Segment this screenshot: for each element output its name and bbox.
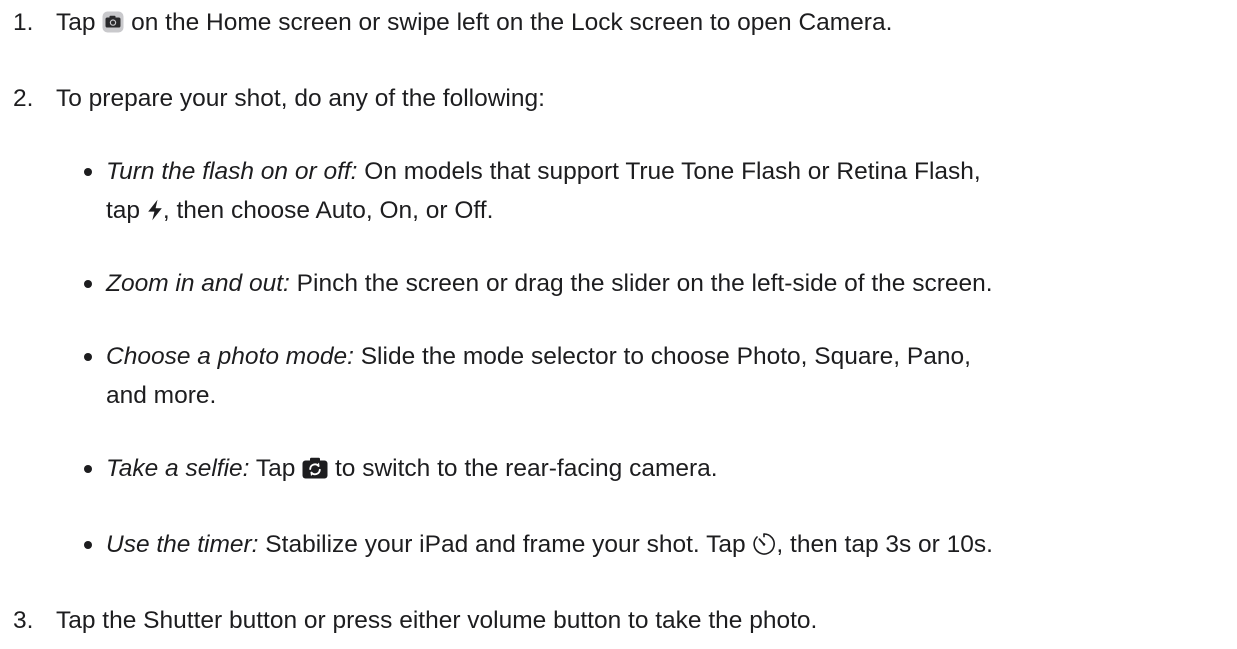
- bullet-body: Turn the flash on or off: On models that…: [106, 154, 1231, 232]
- step-number: 1.: [13, 9, 34, 36]
- instructions-page: 1. Tap on the Home screen or swipe left …: [0, 0, 1237, 649]
- bullet-text: tap: [106, 197, 147, 224]
- step-text-part: Tap: [56, 9, 103, 36]
- bullet-dot: [84, 353, 92, 361]
- bullet-term: Take a selfie:: [106, 455, 250, 482]
- bullet-term: Choose a photo mode:: [106, 343, 354, 370]
- bullet-text: Pinch the screen or drag the slider on t…: [289, 270, 993, 297]
- switch-camera-icon: [302, 457, 328, 479]
- bullet-body: Zoom in and out: Pinch the screen or dra…: [106, 266, 1231, 305]
- bullet-text: Stabilize your iPad and frame your shot.…: [258, 531, 753, 558]
- step-number: 2.: [13, 85, 34, 112]
- bullet-dot: [84, 541, 92, 549]
- step-text: To prepare your shot, do any of the foll…: [56, 85, 545, 112]
- bullet-line: Turn the flash on or off: On models that…: [106, 154, 1231, 193]
- bullet-term: Zoom in and out:: [106, 270, 290, 297]
- bullet-line: tap , then choose Auto, On, or Off.: [106, 193, 1231, 232]
- step-text: Tap on the Home screen or swipe left on …: [56, 5, 892, 40]
- bullet-text: Tap: [249, 455, 303, 482]
- bullet-dot: [84, 168, 92, 176]
- bullet-text: to switch to the rear-facing camera.: [328, 455, 718, 482]
- step-number: 3.: [13, 607, 34, 634]
- bullet-body: Take a selfie: Tap to switch to the rear…: [106, 451, 1231, 490]
- bullet-text: , then choose Auto, On, or Off.: [162, 197, 494, 224]
- step-text-part: on the Home screen or swipe left on the …: [124, 9, 893, 36]
- bullet-text: Slide the mode selector to choose Photo,…: [353, 343, 971, 370]
- bullet-text: On models that support True Tone Flash o…: [357, 158, 981, 185]
- bullet-line: Use the timer: Stabilize your iPad and f…: [106, 527, 1231, 566]
- timer-icon: [752, 532, 776, 556]
- bullet-line: Zoom in and out: Pinch the screen or dra…: [106, 266, 1231, 305]
- step-text: Tap the Shutter button or press either v…: [56, 607, 818, 634]
- bullet-line: and more.: [106, 382, 217, 409]
- bullet-body: Choose a photo mode: Slide the mode sele…: [106, 339, 1231, 417]
- bullet-line: Take a selfie: Tap to switch to the rear…: [106, 451, 1231, 490]
- bullet-term: Turn the flash on or off:: [106, 158, 358, 185]
- bullet-line: Choose a photo mode: Slide the mode sele…: [106, 339, 1231, 378]
- bullet-body: Use the timer: Stabilize your iPad and f…: [106, 527, 1231, 566]
- bullet-dot: [84, 280, 92, 288]
- bullet-dot: [84, 465, 92, 473]
- bullet-text: , then tap 3s or 10s.: [776, 531, 993, 558]
- bullet-term: Use the timer:: [106, 531, 259, 558]
- camera-app-icon: [102, 11, 124, 33]
- flash-icon: [147, 199, 163, 221]
